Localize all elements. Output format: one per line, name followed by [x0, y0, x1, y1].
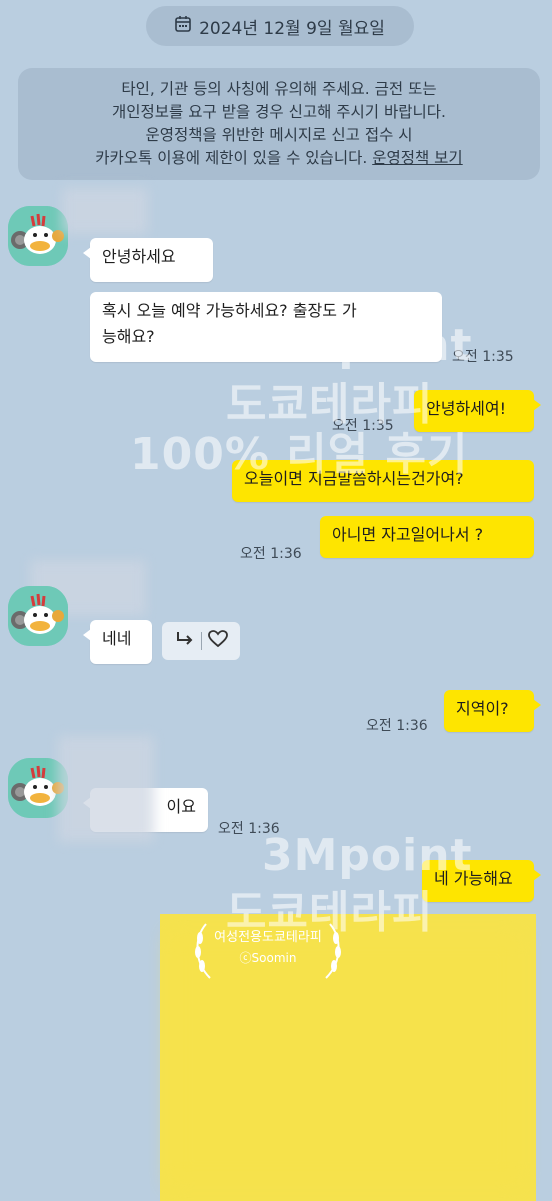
message-text: 네네	[102, 629, 132, 648]
reaction-bar	[162, 622, 240, 660]
watermark-text: 3Mpoint	[262, 830, 473, 881]
divider	[200, 632, 202, 650]
message-bubble-received[interactable]: 네네	[83, 620, 152, 664]
notice-line: 개인정보를 요구 받을 경우 신고해 주시기 바랍니다.	[112, 103, 446, 121]
policy-link[interactable]: 운영정책 보기	[372, 149, 463, 167]
watermark-text: 100% 리얼 후기	[130, 429, 469, 480]
avatar[interactable]	[8, 586, 68, 646]
message-bubble-received[interactable]: 안녕하세요	[83, 238, 213, 282]
message-time: 오전 1:36	[366, 718, 428, 734]
safety-notice: 타인, 기관 등의 사칭에 유의해 주세요. 금전 또는 개인정보를 요구 받을…	[18, 68, 540, 180]
message-text: 지역이?	[456, 699, 509, 718]
sender-name-blurred	[62, 188, 148, 234]
notice-line: 운영정책을 위반한 메시지로 신고 접수 시	[145, 126, 413, 144]
message-bubble-sent[interactable]: 지역이?	[444, 690, 541, 732]
date-divider: 2024년 12월 9일 월요일	[146, 6, 414, 46]
message-time: 오전 1:36	[240, 546, 302, 562]
heart-outline-icon[interactable]	[207, 629, 228, 653]
notice-text: 카카오톡 이용에 제한이 있을 수 있습니다.	[95, 149, 368, 167]
sender-name-blurred	[58, 736, 154, 842]
message-text: 안녕하세여!	[426, 399, 507, 418]
calendar-icon	[175, 15, 191, 37]
reply-arrow-icon[interactable]	[175, 630, 195, 653]
notice-line: 타인, 기관 등의 사칭에 유의해 주세요. 금전 또는	[121, 80, 437, 98]
message-bubble-sent[interactable]: 아니면 자고일어나서 ?	[320, 516, 534, 558]
message-text: 안녕하세요	[102, 247, 176, 266]
watermark-text: 3Mpoint	[262, 320, 473, 371]
message-text: 이요	[166, 797, 196, 816]
date-label: 2024년 12월 9일 월요일	[199, 18, 385, 39]
notice-line: 카카오톡 이용에 제한이 있을 수 있습니다. 운영정책 보기	[18, 147, 540, 170]
watermark-text: 도쿄테라피	[226, 887, 434, 938]
avatar[interactable]	[8, 206, 68, 266]
badge-credit: ⓒSoomin	[239, 951, 297, 965]
message-text: 아니면 자고일어나서 ?	[332, 525, 484, 544]
